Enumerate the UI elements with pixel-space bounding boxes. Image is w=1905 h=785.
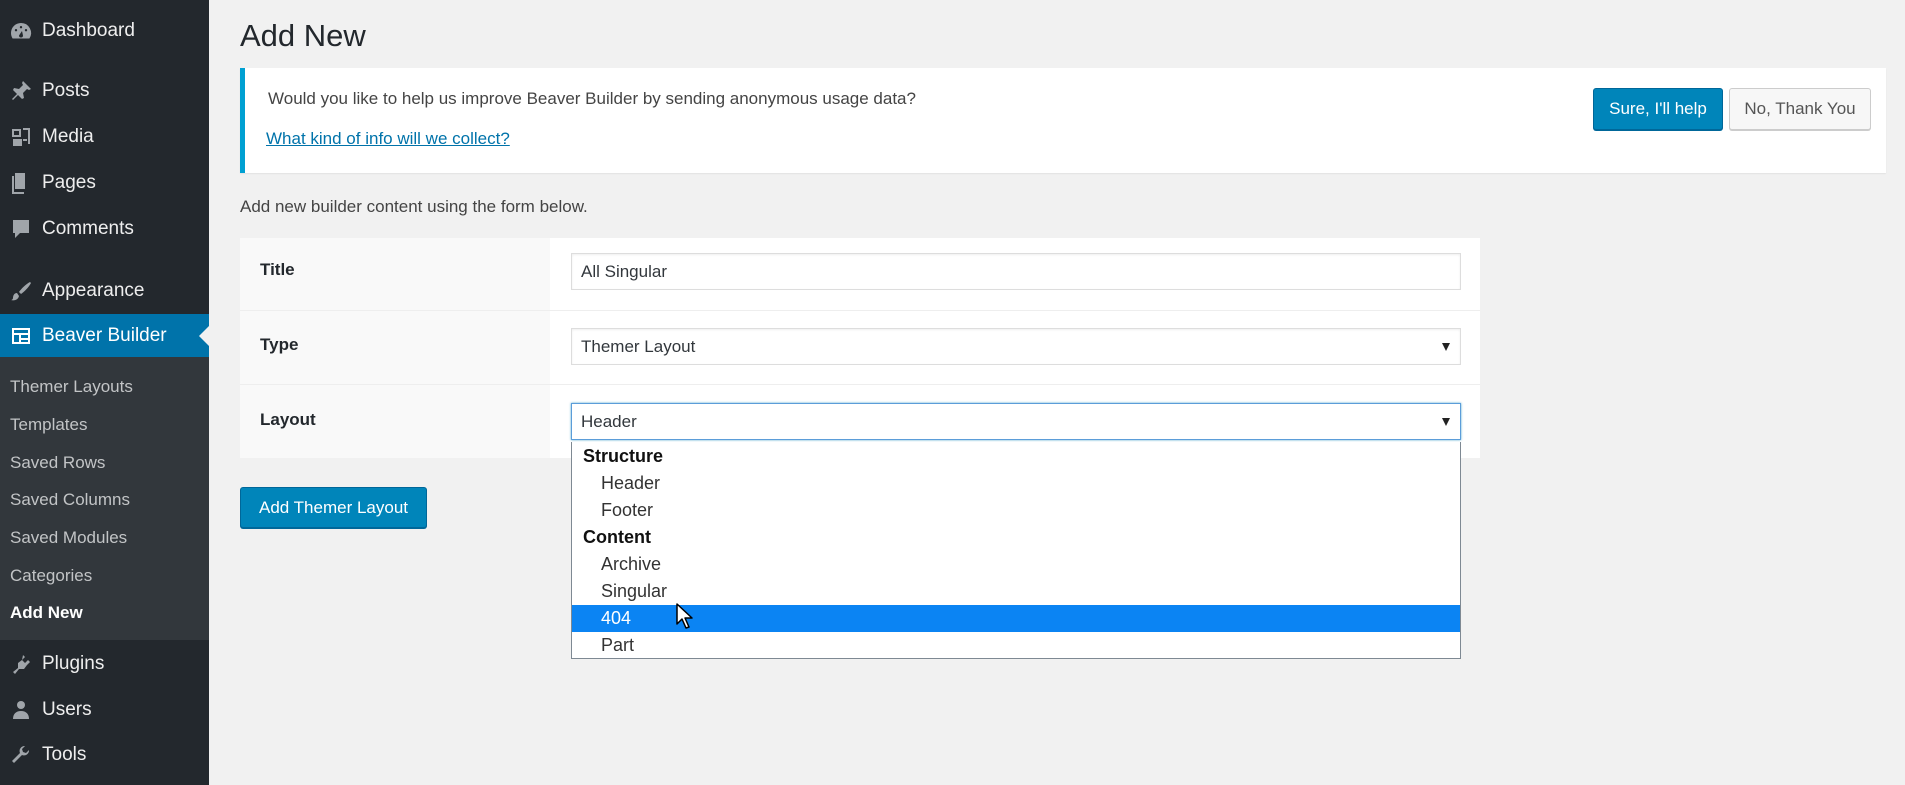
layout-icon bbox=[0, 324, 42, 348]
menu-label: Users bbox=[42, 699, 92, 720]
row-divider bbox=[240, 310, 1480, 311]
menu-item-users[interactable]: Users bbox=[0, 688, 209, 732]
beaver-builder-submenu: Themer Layouts Templates Saved Rows Save… bbox=[0, 357, 209, 640]
optgroup-content: Content bbox=[583, 527, 651, 547]
menu-label: Media bbox=[42, 126, 94, 147]
type-label: Type bbox=[260, 335, 299, 354]
chevron-down-icon bbox=[1442, 417, 1450, 426]
user-icon bbox=[0, 698, 42, 722]
menu-item-media[interactable]: Media bbox=[0, 115, 209, 159]
layout-label: Layout bbox=[260, 410, 316, 429]
menu-item-posts[interactable]: Posts bbox=[0, 69, 209, 113]
chevron-down-icon bbox=[1442, 342, 1450, 351]
layout-select-value: Header bbox=[581, 411, 637, 431]
title-input-value: All Singular bbox=[581, 261, 667, 281]
wrench-icon bbox=[0, 743, 42, 767]
paintbrush-icon bbox=[0, 279, 42, 303]
current-indicator-arrow bbox=[199, 326, 209, 346]
page-title: Add New bbox=[240, 18, 366, 53]
menu-label: Beaver Builder bbox=[42, 325, 167, 346]
pushpin-icon bbox=[0, 79, 42, 103]
plugin-icon bbox=[0, 652, 42, 676]
type-select-value: Themer Layout bbox=[581, 336, 696, 356]
menu-label: Pages bbox=[42, 172, 96, 193]
row-divider bbox=[240, 384, 1480, 385]
menu-label: Tools bbox=[42, 744, 87, 765]
submenu-item-saved-rows[interactable]: Saved Rows bbox=[10, 450, 105, 476]
decline-usage-button[interactable]: No, Thank You bbox=[1729, 88, 1871, 130]
submenu-item-saved-modules[interactable]: Saved Modules bbox=[10, 525, 127, 551]
layout-dropdown-list: Structure Header Footer Content Archive … bbox=[571, 442, 1461, 659]
submenu-item-templates[interactable]: Templates bbox=[10, 412, 87, 438]
dashboard-icon bbox=[0, 19, 42, 43]
notice-info-link[interactable]: What kind of info will we collect? bbox=[266, 129, 510, 149]
menu-item-appearance[interactable]: Appearance bbox=[0, 269, 209, 313]
form-intro-text: Add new builder content using the form b… bbox=[240, 197, 588, 216]
menu-label: Dashboard bbox=[42, 20, 135, 41]
admin-sidebar: Dashboard Posts Media Pages Comments App… bbox=[0, 0, 209, 785]
option-part[interactable]: Part bbox=[572, 632, 1460, 659]
submenu-item-saved-columns[interactable]: Saved Columns bbox=[10, 487, 130, 513]
title-label: Title bbox=[260, 260, 295, 279]
option-header[interactable]: Header bbox=[572, 470, 1460, 497]
option-footer[interactable]: Footer bbox=[572, 497, 1460, 524]
menu-label: Comments bbox=[42, 218, 134, 239]
menu-label: Appearance bbox=[42, 280, 145, 301]
layout-select[interactable]: Header bbox=[571, 403, 1461, 440]
notice-text: Would you like to help us improve Beaver… bbox=[268, 89, 916, 108]
type-select[interactable]: Themer Layout bbox=[571, 328, 1461, 365]
pages-icon bbox=[0, 171, 42, 195]
menu-label: Plugins bbox=[42, 653, 105, 674]
title-input[interactable]: All Singular bbox=[571, 253, 1461, 290]
option-archive[interactable]: Archive bbox=[572, 551, 1460, 578]
menu-item-pages[interactable]: Pages bbox=[0, 161, 209, 205]
option-singular[interactable]: Singular bbox=[572, 578, 1460, 605]
media-icon bbox=[0, 125, 42, 149]
comment-icon bbox=[0, 217, 42, 241]
optgroup-structure: Structure bbox=[583, 446, 664, 466]
add-themer-layout-button[interactable]: Add Themer Layout bbox=[240, 487, 427, 528]
option-404[interactable]: 404 bbox=[572, 605, 1460, 632]
submenu-item-themer-layouts[interactable]: Themer Layouts bbox=[10, 374, 133, 400]
mouse-pointer-icon bbox=[676, 603, 693, 629]
menu-item-plugins[interactable]: Plugins bbox=[0, 642, 209, 686]
menu-item-tools[interactable]: Tools bbox=[0, 733, 209, 777]
usage-data-notice: Would you like to help us improve Beaver… bbox=[240, 68, 1886, 173]
menu-item-beaver-builder[interactable]: Beaver Builder bbox=[0, 314, 209, 358]
menu-label: Posts bbox=[42, 80, 90, 101]
submenu-item-categories[interactable]: Categories bbox=[10, 563, 92, 589]
accept-usage-button[interactable]: Sure, I'll help bbox=[1593, 88, 1723, 130]
menu-item-comments[interactable]: Comments bbox=[0, 207, 209, 251]
menu-item-dashboard[interactable]: Dashboard bbox=[0, 9, 209, 53]
submenu-item-add-new[interactable]: Add New bbox=[10, 600, 83, 626]
